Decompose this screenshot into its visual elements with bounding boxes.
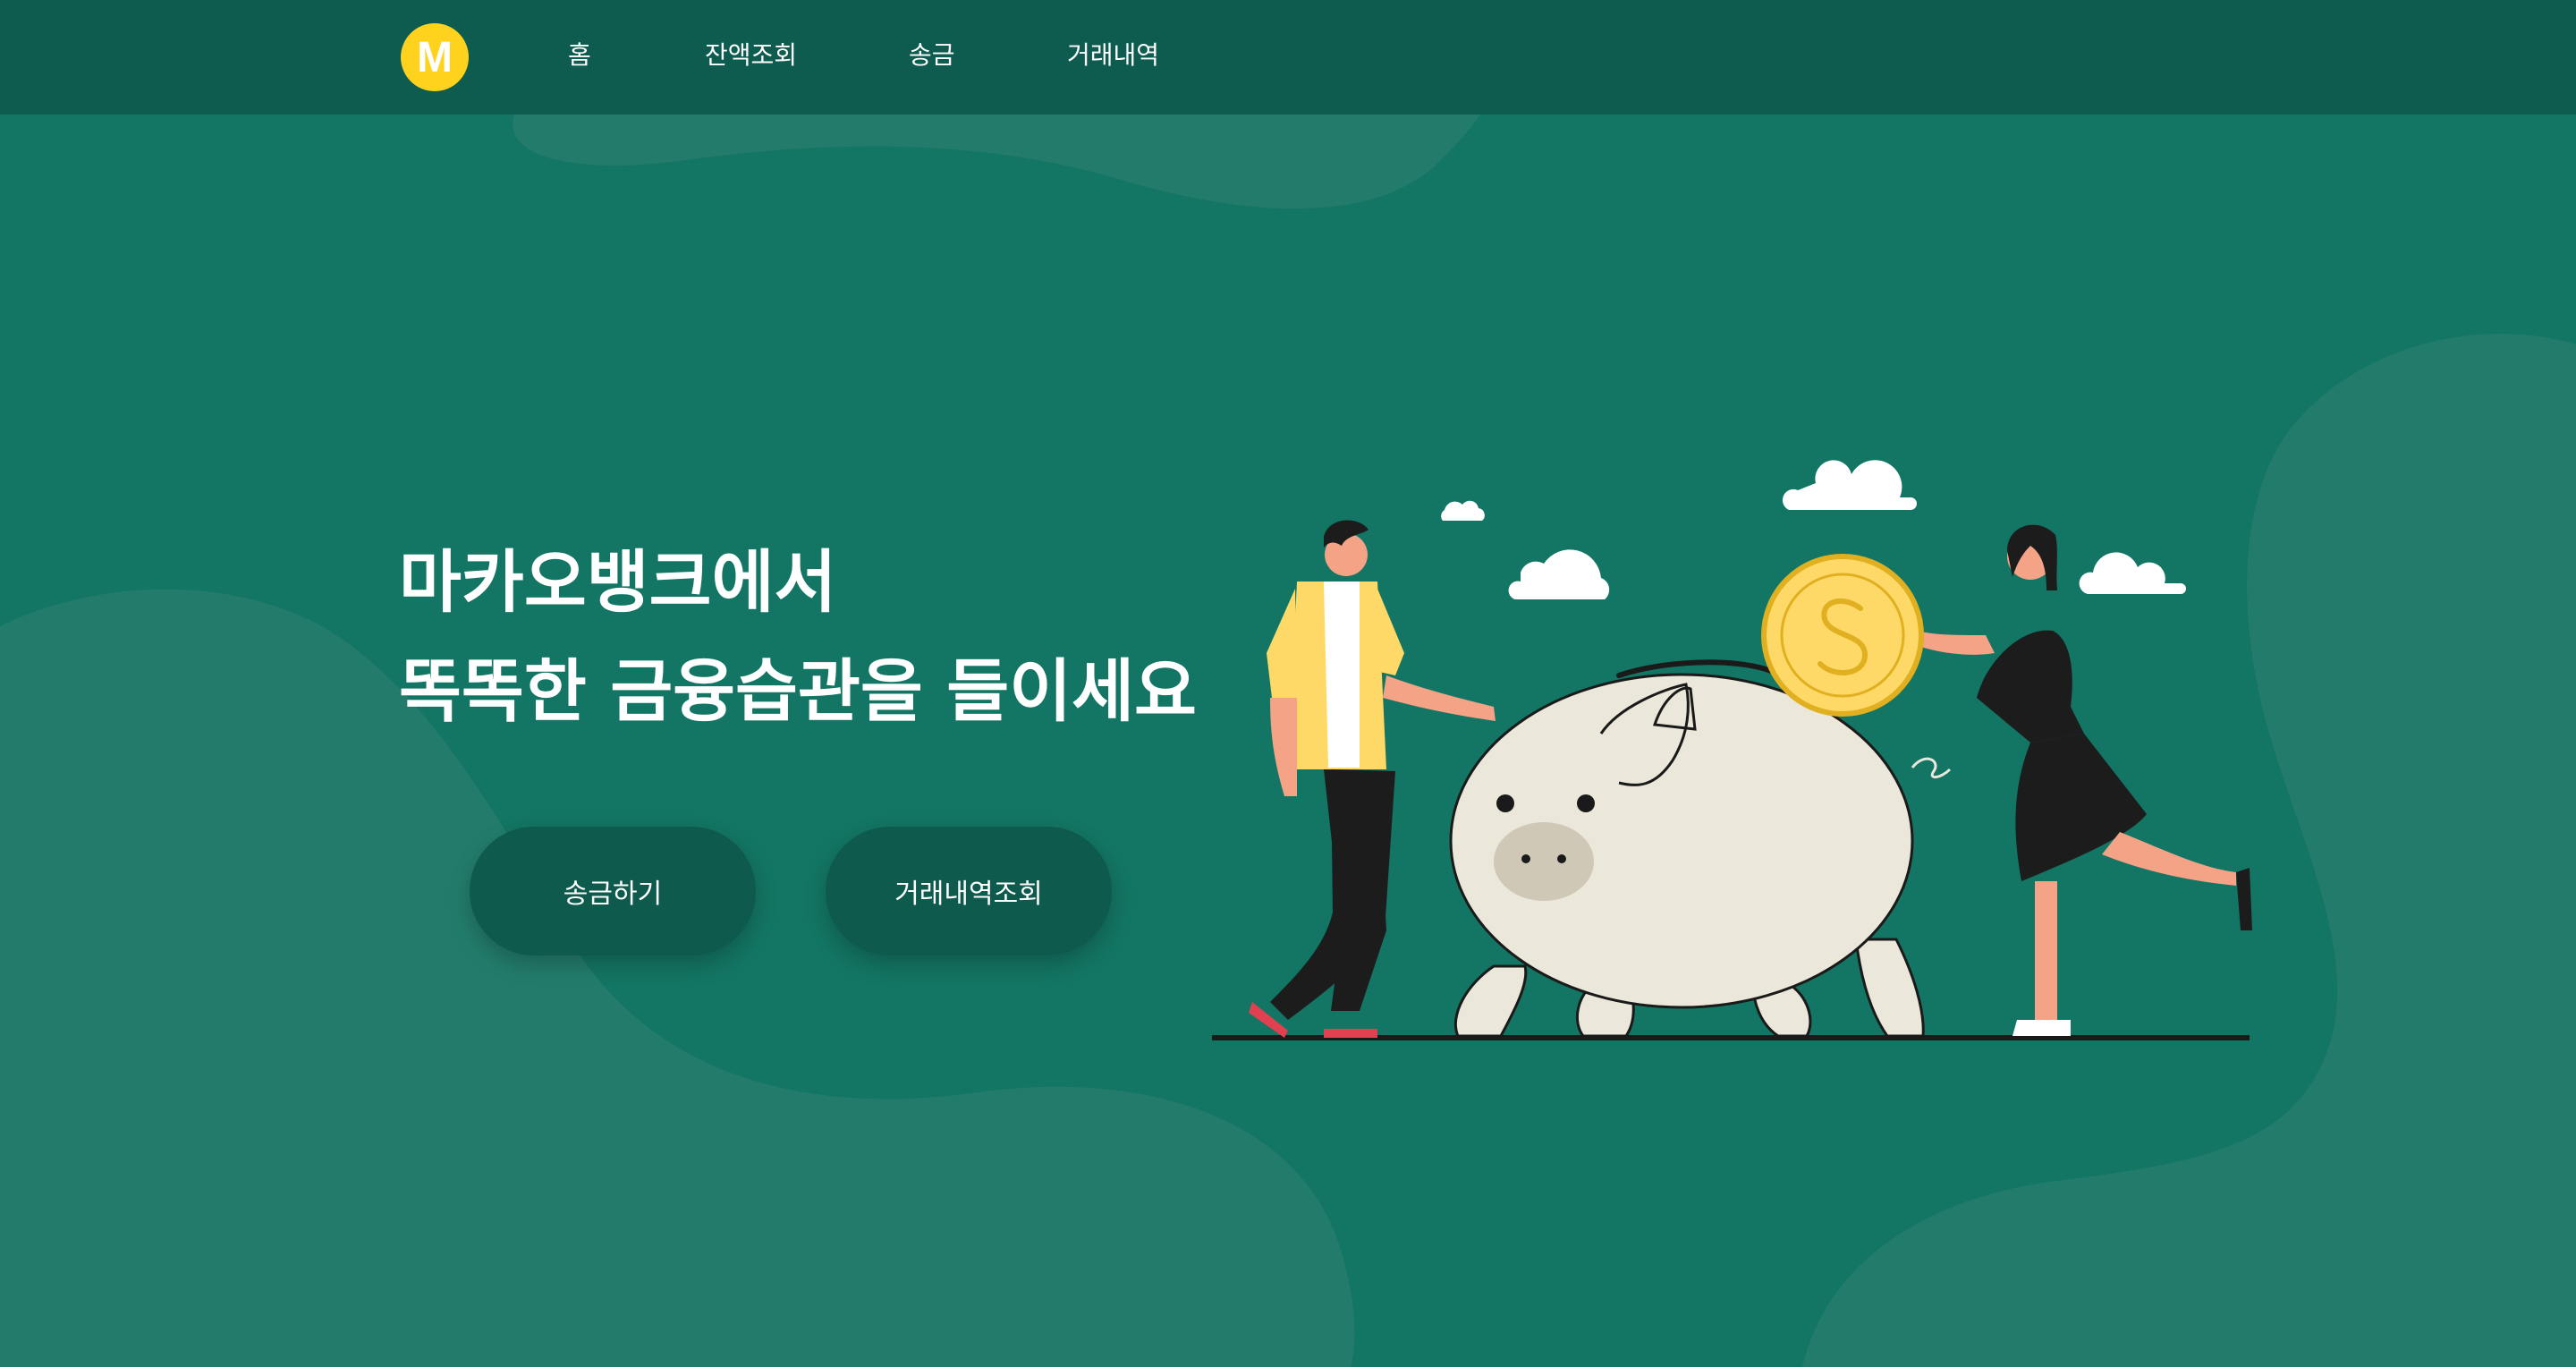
nav-home[interactable]: 홈: [568, 36, 591, 75]
transfer-button[interactable]: 송금하기: [470, 827, 756, 955]
hero-title-line2: 똑똑한 금융습관을 들이세요: [399, 651, 1197, 731]
coin-icon: [1761, 554, 1924, 717]
hero-title-line1: 마카오뱅크에서: [399, 542, 837, 622]
piggy-bank-illustration: [1212, 460, 2252, 1040]
logo[interactable]: M: [401, 23, 469, 91]
top-blob: [513, 115, 1480, 209]
hero-title: 마카오뱅크에서 똑똑한 금융습관을 들이세요: [399, 528, 1197, 746]
top-navigation-bar: M 홈 잔액조회 송금 거래내역: [0, 0, 2576, 115]
nav-transfer[interactable]: 송금: [909, 36, 955, 75]
nav-history[interactable]: 거래내역: [1067, 36, 1159, 75]
woman-figure: [1901, 524, 2252, 1036]
man-figure: [1249, 520, 1496, 1038]
nav-balance[interactable]: 잔액조회: [705, 36, 797, 75]
history-button[interactable]: 거래내역조회: [826, 827, 1112, 955]
